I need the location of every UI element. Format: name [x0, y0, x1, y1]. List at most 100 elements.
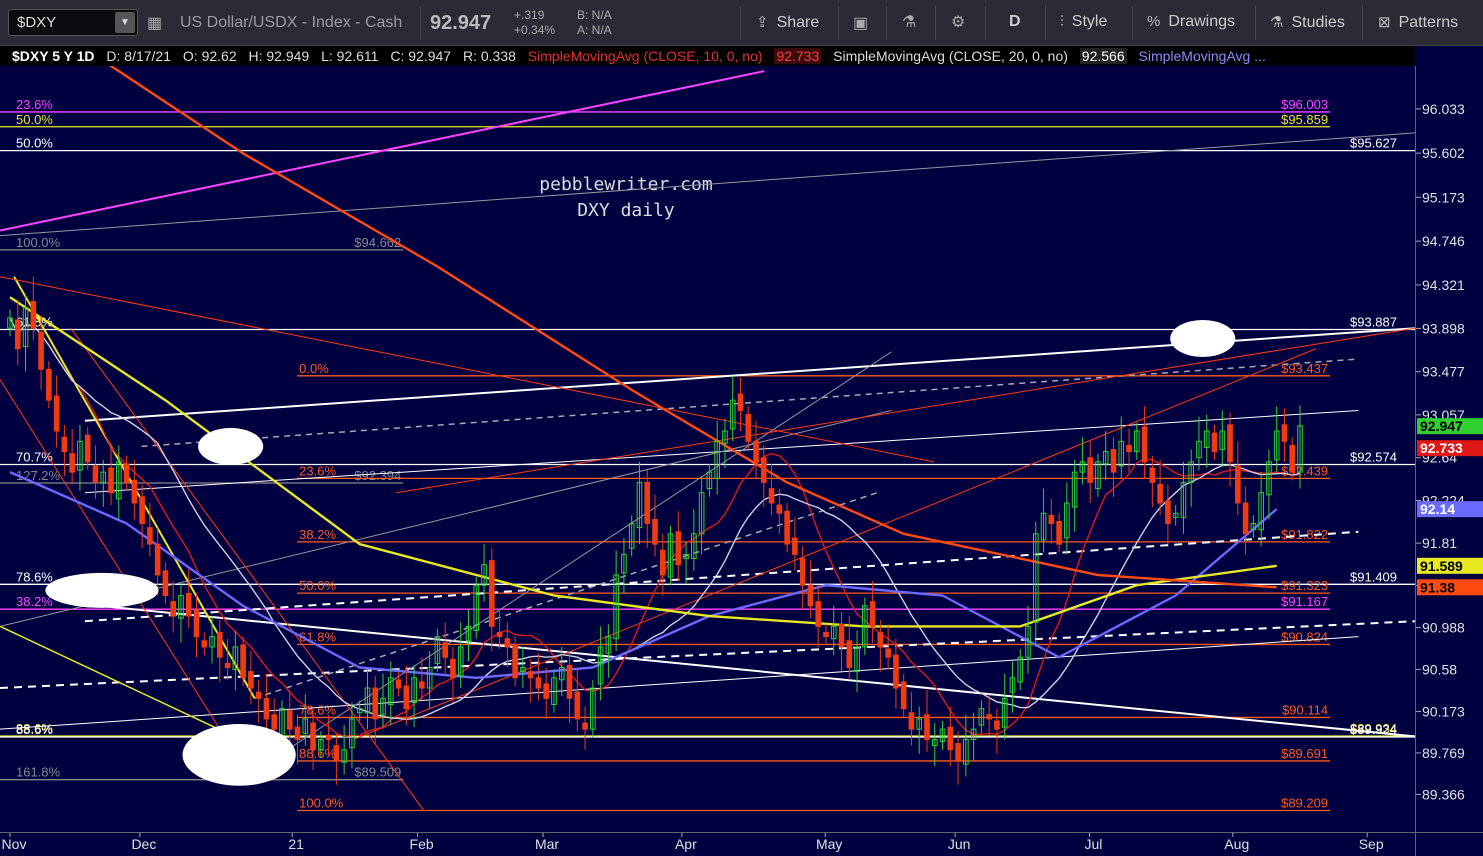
candle-body [792, 537, 798, 555]
annotation-ellipse [1170, 319, 1236, 357]
candle-body [877, 632, 884, 648]
fib-level-pct: 50.0% [16, 112, 53, 127]
share-icon: ⇪ [756, 14, 769, 31]
price-tick-label: 89.769 [1422, 745, 1465, 761]
price-tick-label: 93.898 [1422, 320, 1465, 336]
trendline [396, 327, 1415, 494]
watermark-line: DXY daily [577, 200, 675, 221]
fib-level-pct: 38.2% [299, 527, 336, 542]
price-marker-label: 92.14 [1420, 501, 1455, 517]
candle-body [170, 601, 177, 617]
price-tick-label: 90.988 [1422, 620, 1465, 636]
fib-level-price: $90.824 [1281, 629, 1328, 644]
patterns-label: Patterns [1398, 14, 1459, 31]
screenshot-icon[interactable]: ▣ [853, 13, 868, 33]
candle-body [139, 496, 145, 525]
candle-body [566, 664, 573, 699]
fib-level-pct: 50.0% [16, 136, 53, 151]
price-tick-label: 89.366 [1422, 786, 1465, 802]
candle-body [224, 662, 231, 668]
candle-body [869, 601, 876, 627]
candle-body [286, 710, 293, 730]
fib-level-price: $95.859 [1281, 112, 1328, 127]
candle-body [162, 570, 169, 597]
symbol-dropdown-icon[interactable]: ▼ [115, 12, 135, 33]
fib-level-pct: 0.0% [299, 361, 329, 376]
drawings-button[interactable]: % Drawings [1147, 13, 1235, 31]
candle-body [784, 510, 790, 545]
candle-body [1110, 449, 1117, 473]
fib-level-pct: 161.8% [16, 765, 61, 780]
price-tick-label: 90.173 [1422, 703, 1465, 719]
candle-body [900, 681, 907, 710]
flask-icon[interactable]: ⚗ [902, 12, 916, 32]
candle-body [815, 601, 822, 627]
time-axis[interactable]: Nov Dec 21 Feb Mar Apr May Jun Jul Aug Sep [0, 832, 1415, 856]
candle-body [768, 488, 775, 504]
status-high: H: 92.949 [248, 48, 310, 64]
candle-body [46, 368, 52, 401]
fib-level-pct: 23.6% [299, 463, 336, 478]
candle-body [799, 558, 806, 586]
fib-level-pct: 61.8% [299, 629, 336, 644]
sma10-label[interactable]: SimpleMovingAvg (CLOSE, 10, 0, no) [528, 48, 763, 64]
chart-window: $DXY ▼ ▦ US Dollar/USDX - Index - Cash 9… [0, 0, 1483, 856]
price-tick-label: 90.58 [1422, 662, 1457, 678]
fib-level-price: $89.509 [354, 765, 401, 780]
trendline [0, 276, 934, 463]
sma-more-label[interactable]: SimpleMovingAvg ... [1139, 48, 1266, 64]
fib-level-price: $91.409 [1350, 569, 1397, 584]
studies-label: Studies [1291, 14, 1345, 31]
fib-level-pct: 88.6% [299, 746, 336, 761]
style-button[interactable]: ⫶ Style [1060, 13, 1107, 31]
candle-body [496, 632, 503, 638]
candle-body [1165, 500, 1171, 525]
candle-body [154, 543, 161, 576]
time-axis-svg: Nov Dec 21 Feb Mar Apr May Jun Jul Aug Sep [2, 833, 1384, 852]
candle-body [488, 560, 495, 627]
symbol-description: US Dollar/USDX - Index - Cash [180, 14, 403, 31]
share-button[interactable]: ⇪ Share [756, 13, 819, 32]
price-chart[interactable]: pebblewriter.com DXY daily 23.6% $96.003 50.… [0, 66, 1415, 832]
toolbar: $DXY ▼ ▦ US Dollar/USDX - Index - Cash 9… [0, 0, 1483, 46]
axis-corner [1415, 832, 1483, 856]
candle-body [574, 691, 581, 720]
price-axis[interactable]: 96.033 95.602 95.173 94.746 94.321 93.898 93.4… [1415, 66, 1483, 832]
fib-level-pct: 23.6% [16, 97, 53, 112]
patterns-icon: ⊠ [1378, 14, 1391, 31]
price-marker-label: 91.589 [1420, 558, 1463, 574]
fib-level-pct: 50.0% [299, 578, 336, 593]
sma20-label[interactable]: SimpleMovingAvg (CLOSE, 20, 0, no) [833, 48, 1068, 64]
drawings-icon: % [1147, 13, 1161, 30]
candle-body [823, 632, 829, 638]
annotation-ellipse [45, 572, 159, 608]
candle-body [1211, 432, 1218, 453]
price-axis-svg: 96.033 95.602 95.173 94.746 94.321 93.898 93.4… [1416, 101, 1483, 802]
candle-body [760, 457, 767, 483]
candle-body [986, 714, 992, 720]
candle-body [61, 436, 68, 453]
price-tick-label: 94.746 [1422, 233, 1465, 249]
candle-body [108, 467, 114, 494]
candle-body [1235, 465, 1241, 504]
period-button[interactable]: D [1009, 13, 1021, 31]
candle-body [403, 685, 410, 710]
link-icon[interactable]: ▦ [147, 13, 162, 33]
fib-level-price: $95.627 [1350, 136, 1397, 151]
studies-button[interactable]: ⚗ Studies [1270, 13, 1345, 32]
patterns-button[interactable]: ⊠ Patterns [1378, 13, 1458, 32]
candle-body [1289, 444, 1296, 473]
candle-body [1056, 520, 1062, 545]
candle-body [776, 504, 783, 514]
candle-body [924, 714, 930, 740]
candle-body [675, 531, 682, 566]
fib-level-pct: 127.2% [16, 468, 61, 483]
time-tick-label: May [816, 836, 842, 852]
trendline [240, 351, 892, 782]
gear-icon[interactable]: ⚙ [951, 12, 965, 32]
symbol-selector[interactable]: $DXY ▼ [8, 9, 138, 36]
fib-level-price: $92.439 [1281, 463, 1328, 478]
fib-level-price: $91.167 [1281, 594, 1328, 609]
price-marker-label: 92.947 [1420, 418, 1463, 434]
style-label: Style [1071, 13, 1108, 30]
